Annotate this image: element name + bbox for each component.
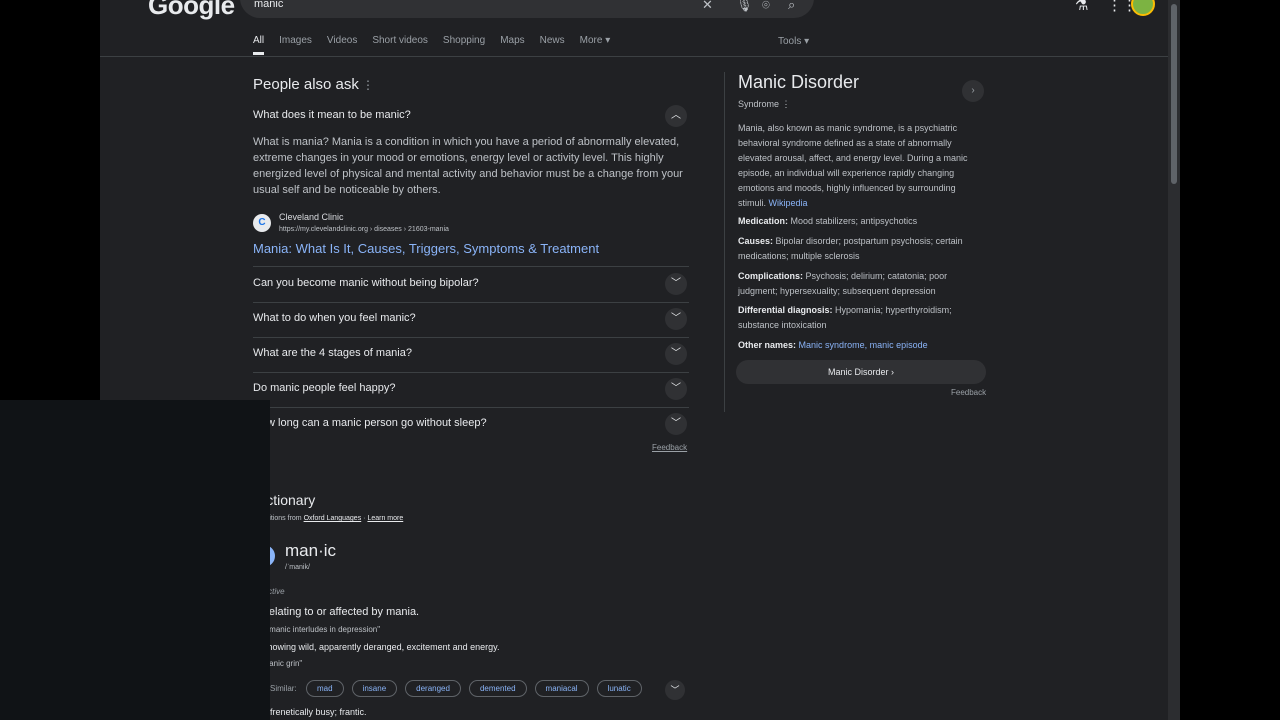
paa-question[interactable]: Can you become manic without being bipol…: [253, 267, 689, 303]
dictionary-phonetic: /ˈmanik/: [285, 564, 310, 571]
kp-fact: Causes: Bipolar disorder; postpartum psy…: [738, 234, 984, 264]
tab-images[interactable]: Images: [279, 35, 312, 55]
paa-question[interactable]: Do manic people feel happy? ﹀: [253, 372, 689, 408]
chevron-right-icon[interactable]: ›: [962, 80, 984, 102]
more-options-icon[interactable]: ⋮: [782, 99, 791, 109]
paa-question[interactable]: What does it mean to be manic? ︿: [253, 99, 689, 134]
search-tabs: All Images Videos Short videos Shopping …: [253, 35, 625, 55]
google-logo[interactable]: Google: [148, 0, 235, 21]
paa-title: People also ask: [253, 76, 359, 93]
definition-3: frenetically busy; frantic.: [270, 707, 367, 717]
wikipedia-link[interactable]: Wikipedia: [769, 198, 808, 208]
kp-fact: Medication: Mood stabilizers; antipsycho…: [738, 214, 984, 229]
letterbox: [1180, 0, 1280, 720]
kp-subtitle-text: Syndrome: [738, 99, 780, 109]
header-divider: [100, 56, 1168, 57]
chevron-up-icon[interactable]: ︿: [665, 105, 687, 127]
paa-answer: What is mania? Mania is a condition in w…: [253, 136, 683, 196]
kp-fact: Differential diagnosis: Hypomania; hyper…: [738, 303, 984, 333]
tools-button[interactable]: Tools ▾: [778, 36, 809, 47]
similar-chip[interactable]: deranged: [405, 680, 461, 697]
search-icon[interactable]: ⌕: [788, 0, 795, 12]
fact-label: Medication:: [738, 216, 789, 226]
source-url[interactable]: https://my.clevelandclinic.org › disease…: [279, 226, 449, 233]
tab-shopping[interactable]: Shopping: [443, 35, 485, 55]
source-name[interactable]: Cleveland Clinic: [279, 212, 344, 222]
paa-question-text: How long can a manic person go without s…: [253, 417, 487, 429]
kp-more-button[interactable]: Manic Disorder ›: [736, 360, 986, 384]
similar-chip[interactable]: demented: [468, 680, 527, 697]
tab-videos[interactable]: Videos: [327, 35, 357, 55]
search-input[interactable]: manic: [254, 0, 283, 10]
similar-chip[interactable]: mad: [306, 680, 344, 697]
fact-label: Differential diagnosis:: [738, 305, 833, 315]
lens-icon[interactable]: ⌾: [762, 0, 770, 12]
kp-subtitle: Syndrome ⋮: [738, 99, 791, 110]
paa-question-text: What to do when you feel manic?: [253, 312, 416, 324]
source-link[interactable]: Mania: What Is It, Causes, Triggers, Sym…: [253, 241, 599, 256]
cleveland-clinic-icon: C: [253, 214, 271, 232]
kp-feedback-link[interactable]: Feedback: [951, 388, 986, 397]
paa-question-text: What does it mean to be manic?: [253, 109, 411, 121]
webcam-background: [0, 400, 270, 720]
tab-all[interactable]: All: [253, 35, 265, 55]
definition-1: 1. relating to or affected by mania.: [253, 606, 420, 618]
similar-label: Similar:: [270, 684, 297, 693]
kp-fact: Complications: Psychosis; delirium; cata…: [738, 269, 984, 299]
similar-chip[interactable]: lunatic: [596, 680, 642, 697]
search-bar[interactable]: manic ✕ 🎙 ⌾ ⌕: [240, 0, 814, 18]
labs-icon[interactable]: ⚗: [1075, 0, 1088, 14]
kp-description-text: Mania, also known as manic syndrome, is …: [738, 123, 968, 208]
similar-chip[interactable]: insane: [351, 680, 398, 697]
paa-question-text: What are the 4 stages of mania?: [253, 347, 412, 359]
similar-chip[interactable]: maniacal: [534, 680, 589, 697]
more-options-icon[interactable]: ⋮: [362, 78, 374, 92]
paa-question[interactable]: What are the 4 stages of mania? ﹀: [253, 337, 689, 373]
tab-short-videos[interactable]: Short videos: [372, 35, 428, 55]
tab-maps[interactable]: Maps: [500, 35, 524, 55]
scrollbar[interactable]: [1168, 0, 1180, 720]
scrollbar-thumb[interactable]: [1171, 4, 1177, 184]
paa-question-text: Can you become manic without being bipol…: [253, 277, 479, 289]
clear-icon[interactable]: ✕: [702, 0, 713, 12]
example-1: "the manic interludes in depression": [253, 625, 381, 634]
kp-fact: Other names: Manic syndrome, manic episo…: [738, 338, 984, 353]
webcam-overlay: [0, 400, 270, 720]
fact-label: Causes:: [738, 236, 774, 246]
paa-question-text: Do manic people feel happy?: [253, 382, 396, 394]
microphone-icon[interactable]: 🎙: [736, 0, 753, 12]
kp-description: Mania, also known as manic syndrome, is …: [738, 121, 984, 211]
fact-value[interactable]: Manic syndrome, manic episode: [799, 340, 928, 350]
dictionary-word: man·ic: [285, 541, 337, 560]
fact-label: Other names:: [738, 340, 797, 350]
learn-more-link[interactable]: Learn more: [367, 515, 403, 522]
definition-2: 2. showing wild, apparently deranged, ex…: [253, 642, 500, 652]
panel-divider: [724, 72, 725, 412]
dictionary-source: Definitions from Oxford Languages · Lear…: [253, 515, 404, 522]
similar-words: mad insane deranged demented maniacal lu…: [306, 680, 650, 697]
kp-title: Manic Disorder: [738, 72, 860, 92]
chevron-down-icon[interactable]: ﹀: [665, 378, 687, 400]
paa-question[interactable]: How long can a manic person go without s…: [253, 407, 689, 442]
chevron-down-icon[interactable]: ﹀: [665, 273, 687, 295]
tab-more[interactable]: More ▾: [580, 35, 611, 55]
paa-question[interactable]: What to do when you feel manic? ﹀: [253, 302, 689, 338]
oxford-link[interactable]: Oxford Languages: [304, 515, 362, 522]
chevron-down-icon[interactable]: ﹀: [665, 413, 687, 435]
tab-news[interactable]: News: [540, 35, 565, 55]
fact-label: Complications:: [738, 271, 804, 281]
chevron-down-icon[interactable]: ﹀: [665, 308, 687, 330]
paa-feedback-link[interactable]: Feedback: [652, 443, 687, 452]
chevron-down-icon[interactable]: ﹀: [665, 343, 687, 365]
chevron-down-icon[interactable]: ﹀: [665, 680, 685, 700]
fact-value: Mood stabilizers; antipsychotics: [790, 216, 918, 226]
